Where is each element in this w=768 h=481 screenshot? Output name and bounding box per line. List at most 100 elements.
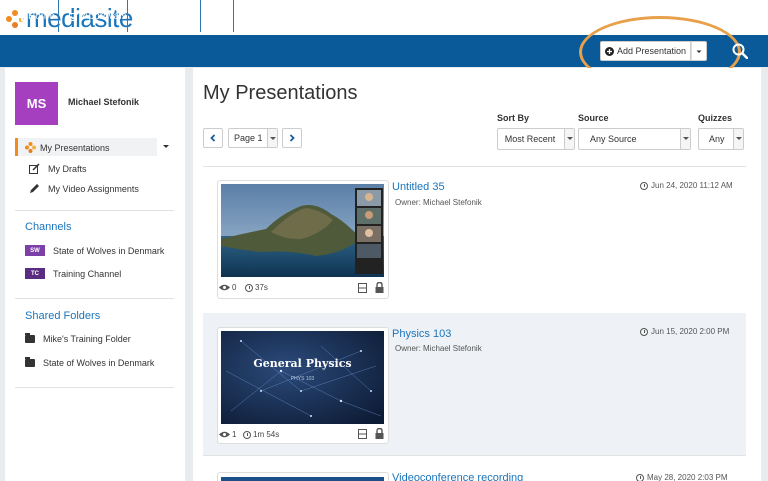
sidebar-divider: [15, 387, 174, 388]
presentation-date: May 28, 2020 2:03 PM: [636, 473, 728, 481]
clock-icon: [636, 474, 644, 481]
presentation-title-link[interactable]: Untitled 35: [392, 181, 445, 193]
channel-badge: SW: [25, 245, 45, 256]
source-select[interactable]: Any Source: [578, 128, 691, 150]
list-divider: [203, 166, 746, 167]
sidebar-folder-item[interactable]: Mike's Training Folder: [25, 334, 131, 344]
view-count-value: 0: [232, 283, 236, 292]
presentation-thumbnail[interactable]: [221, 184, 384, 277]
presentation-date-value: May 28, 2020 2:03 PM: [647, 473, 728, 481]
thumbnail-subtitle-text: PHYS 103: [221, 376, 384, 382]
page-select-value: Page 1: [234, 133, 263, 143]
presentation-owner: Owner: Michael Stefonik: [395, 198, 482, 207]
quizzes-label: Quizzes: [698, 113, 732, 123]
avatar: MS: [15, 82, 58, 125]
presentation-date-value: Jun 24, 2020 11:12 AM: [651, 181, 733, 190]
clock-icon: [640, 182, 648, 190]
presentation-owner: Owner: Michael Stefonik: [395, 344, 482, 353]
sidebar-item-my-drafts[interactable]: My Drafts: [29, 163, 87, 174]
clock-icon: [640, 328, 648, 336]
channel-badge: TC: [25, 268, 45, 279]
presentation-thumbnail[interactable]: [221, 477, 384, 481]
source-value: Any Source: [590, 134, 637, 144]
duration-value: 1m 54s: [253, 430, 279, 439]
sidebar-channel-item[interactable]: SW State of Wolves in Denmark: [25, 245, 164, 256]
page-select[interactable]: Page 1: [228, 128, 278, 148]
sidebar-divider: [15, 210, 174, 211]
chevron-right-icon: [288, 134, 296, 142]
nav-approvals-label: Approvals: [82, 11, 126, 22]
user-icon: [212, 12, 221, 21]
chevron-down-icon: [267, 129, 277, 147]
landscape-thumbnail-image: [221, 184, 384, 277]
folder-icon: [25, 359, 35, 367]
nav-home-label: Home: [28, 11, 55, 22]
sidebar-divider: [15, 298, 174, 299]
clock-icon: [243, 431, 251, 439]
source-label: Source: [578, 113, 609, 123]
sidebar-item-my-video-assignments[interactable]: My Video Assignments: [29, 183, 139, 194]
folder-icon: [25, 335, 35, 343]
lock-icon: [375, 282, 384, 293]
nav-divider: [127, 0, 128, 32]
presentation-date: Jun 15, 2020 2:00 PM: [640, 327, 729, 336]
nav-divider: [200, 0, 201, 32]
shared-folders-heading: Shared Folders: [25, 310, 100, 322]
quizzes-select[interactable]: Any: [698, 128, 744, 150]
sort-by-value: Most Recent: [505, 134, 556, 144]
sort-by-select[interactable]: Most Recent: [497, 128, 575, 150]
mediasite-dots-icon: [25, 142, 36, 153]
presentation-date-value: Jun 15, 2020 2:00 PM: [651, 327, 729, 336]
sidebar-item-label: My Drafts: [48, 164, 87, 174]
approvals-icon: [69, 12, 79, 21]
sidebar-item-my-presentations[interactable]: My Presentations: [25, 142, 110, 153]
folder-label: State of Wolves in Denmark: [43, 358, 154, 368]
search-icon[interactable]: [732, 43, 748, 59]
presentation-thumbnail[interactable]: General Physics PHYS 103: [221, 331, 384, 424]
user-name: Michael Stefonik: [68, 97, 139, 107]
edit-icon: [29, 163, 40, 174]
presentation-title-link[interactable]: Physics 103: [392, 328, 451, 340]
eye-icon: [219, 284, 230, 291]
nav-divider: [233, 0, 234, 32]
chevron-down-icon: [564, 129, 574, 149]
duration: 1m 54s: [243, 430, 279, 439]
sidebar-channel-item[interactable]: TC Training Channel: [25, 268, 121, 279]
eye-icon: [219, 431, 230, 438]
sidebar-item-label: My Presentations: [40, 143, 110, 153]
film-icon: [358, 429, 367, 439]
sort-by-label: Sort By: [497, 113, 529, 123]
nav-approvals[interactable]: Approvals: [69, 0, 126, 32]
next-page-button[interactable]: [282, 128, 302, 148]
list-divider: [203, 455, 746, 456]
user-icon: [138, 12, 147, 21]
view-count: 0: [219, 283, 236, 292]
pencil-icon: [29, 183, 40, 194]
folder-label: Mike's Training Folder: [43, 334, 131, 344]
page-title: My Presentations: [203, 82, 358, 105]
film-icon: [358, 283, 367, 293]
duration: 37s: [245, 283, 268, 292]
sidebar-item-label: My Video Assignments: [48, 184, 139, 194]
chevron-down-icon: [733, 129, 743, 149]
duration-value: 37s: [255, 283, 268, 292]
view-count-value: 1: [232, 430, 236, 439]
nav-moderation[interactable]: Moderation: [138, 0, 200, 32]
nav-account[interactable]: [212, 0, 221, 32]
presentation-date: Jun 24, 2020 11:12 AM: [640, 181, 733, 190]
nav-moderation-label: Moderation: [150, 11, 200, 22]
chevron-down-icon[interactable]: [163, 145, 169, 148]
home-icon: [15, 12, 25, 21]
channel-label: Training Channel: [53, 269, 121, 279]
nav-home[interactable]: Home: [15, 0, 55, 32]
sidebar-folder-item[interactable]: State of Wolves in Denmark: [25, 358, 154, 368]
channel-label: State of Wolves in Denmark: [53, 246, 164, 256]
clock-icon: [245, 284, 253, 292]
chevron-down-icon: [680, 129, 690, 149]
channels-heading: Channels: [25, 221, 71, 233]
prev-page-button[interactable]: [203, 128, 223, 148]
quizzes-value: Any: [709, 134, 725, 144]
lock-icon: [375, 428, 384, 439]
view-count: 1: [219, 430, 236, 439]
presentation-title-link[interactable]: Videoconference recording: [392, 472, 523, 481]
